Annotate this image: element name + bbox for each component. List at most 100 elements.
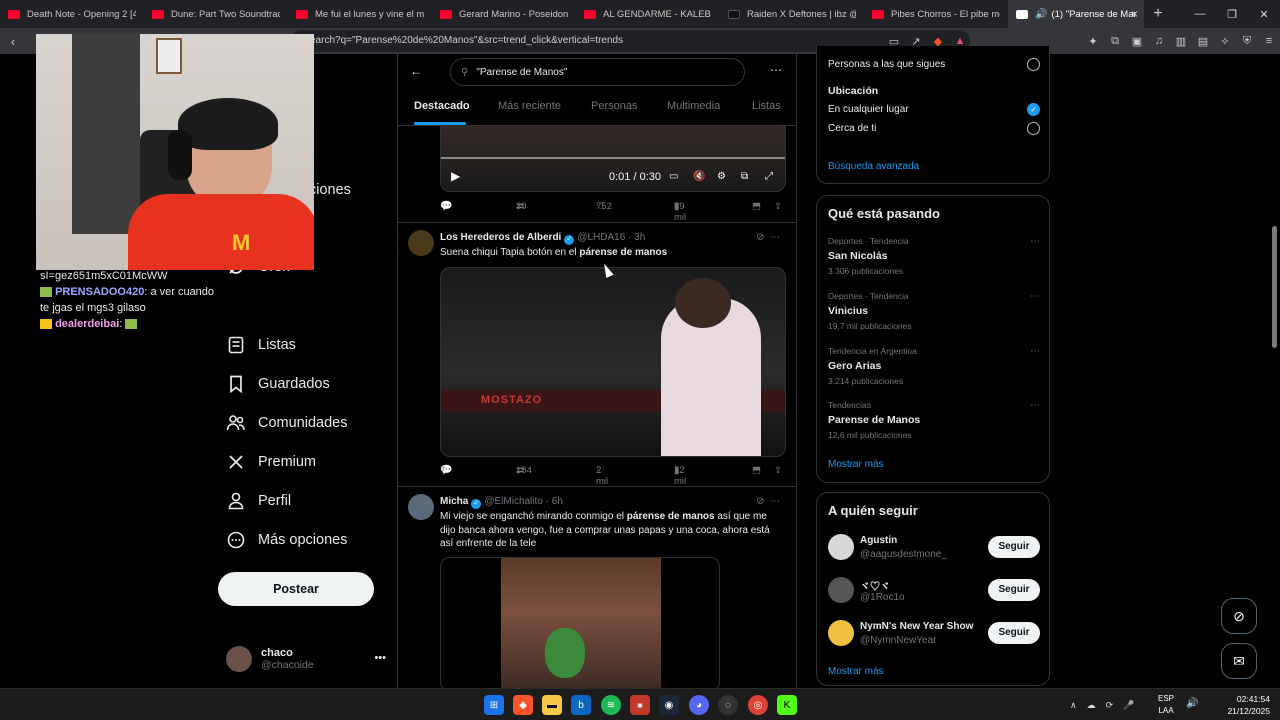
more-icon[interactable]: ⋯: [1030, 236, 1040, 247]
bookmark-button[interactable]: ⬒: [752, 201, 761, 212]
trend-item[interactable]: Deportes · Tendencia San Nicolás 3.306 p…: [828, 236, 1040, 282]
chevron-up-icon[interactable]: ∧: [1070, 700, 1077, 711]
maximize-icon[interactable]: ❐: [1216, 0, 1248, 28]
browser-tab[interactable]: Gerard Marino - Poseidon's Wr: [432, 0, 576, 28]
follow-button[interactable]: Seguir: [988, 536, 1040, 558]
network-icon[interactable]: ⟳: [1106, 700, 1114, 711]
messages-floating-button[interactable]: ✉: [1221, 643, 1257, 679]
more-icon[interactable]: ⋯: [1030, 346, 1040, 357]
vpn-icon[interactable]: ⛨: [1238, 35, 1256, 48]
audio-playing-icon[interactable]: 🔊: [1035, 9, 1047, 20]
share-icon[interactable]: ⇪: [774, 465, 782, 476]
radio-button[interactable]: [1027, 122, 1040, 135]
clock[interactable]: 02:41:54 21/12/2025: [1220, 693, 1270, 717]
author-name[interactable]: Micha: [440, 496, 468, 507]
play-icon[interactable]: ▶: [451, 169, 460, 183]
tweet-time[interactable]: · 3h: [628, 232, 645, 243]
leo-icon[interactable]: ✧: [1216, 35, 1234, 48]
show-more-link[interactable]: Mostrar más: [828, 459, 884, 470]
browser-tab[interactable]: Raiden X Deftones | ibz @The R: [720, 0, 864, 28]
tweet-video[interactable]: [440, 557, 720, 688]
follow-suggestion[interactable]: Agustin @aagusdesImone_ Seguir: [828, 534, 1040, 564]
browser-tab[interactable]: Me fui el lunes y vine el martes: [288, 0, 432, 28]
more-icon[interactable]: ⋯: [770, 232, 780, 243]
author-handle[interactable]: @LHDA16: [577, 232, 625, 243]
follow-suggestion[interactable]: ヾ♡ヾ @1Roc1o Seguir: [828, 577, 1040, 607]
more-icon[interactable]: •••: [374, 652, 386, 664]
minimize-icon[interactable]: —: [1184, 0, 1216, 28]
filter-people-option[interactable]: Personas a las que sigues: [828, 58, 1040, 73]
browser-tab-active[interactable]: 🔊(1) "Parense de Manos"×: [1008, 0, 1144, 28]
extensions-puzzle-icon[interactable]: ⧉: [1106, 35, 1124, 48]
nav-item-premium[interactable]: Premium: [226, 445, 316, 479]
trend-item[interactable]: Tendencia en Argentina Gero Arias 3.214 …: [828, 346, 1040, 392]
start-icon[interactable]: ⊞: [484, 695, 504, 715]
trend-item[interactable]: Tendencias Parense de Manos 12,6 mil pub…: [828, 400, 1040, 446]
nav-item-more-options[interactable]: Más opciones: [226, 523, 347, 557]
avatar[interactable]: [408, 230, 434, 256]
filter-anywhere-option[interactable]: En cualquier lugar ✓: [828, 103, 1040, 118]
avatar[interactable]: [828, 620, 854, 646]
follow-button[interactable]: Seguir: [988, 579, 1040, 601]
avatar[interactable]: [828, 577, 854, 603]
nav-item-communities[interactable]: Comunidades: [226, 406, 347, 440]
settings-icon[interactable]: ⚙: [717, 171, 726, 182]
wallet-icon[interactable]: ▤: [1194, 35, 1212, 48]
follow-suggestion[interactable]: NymN's New Year Show @NymnNewYear Seguir: [828, 620, 1040, 650]
browser-tab[interactable]: Dune: Part Two Soundtrack | Ar: [144, 0, 288, 28]
author-name[interactable]: Los Herederos de Alberdi: [440, 232, 561, 243]
tab-top[interactable]: Destacado: [414, 100, 470, 112]
pip-icon[interactable]: ⧉: [741, 171, 748, 182]
volume-icon[interactable]: 🔊: [1186, 698, 1198, 709]
browser-tab[interactable]: Death Note - Opening 2 [4K 60: [0, 0, 144, 28]
extension-icon[interactable]: ✦: [1084, 35, 1102, 48]
advanced-search-link[interactable]: Búsqueda avanzada: [828, 161, 919, 172]
browser-tab[interactable]: Pibes Chorros - El pibe moco|: [864, 0, 1008, 28]
close-tab-icon[interactable]: ×: [1131, 7, 1138, 21]
brave-icon[interactable]: ◆: [513, 695, 533, 715]
screenshot-icon[interactable]: ▣: [1128, 35, 1146, 48]
chrome-icon[interactable]: ◎: [748, 695, 768, 715]
more-icon[interactable]: ⋯: [770, 496, 780, 507]
media-icon[interactable]: ♫: [1150, 35, 1168, 47]
video-progress-track[interactable]: [441, 157, 785, 159]
new-tab-button[interactable]: +: [1144, 0, 1172, 28]
more-icon[interactable]: ⋯: [1030, 400, 1040, 411]
microphone-icon[interactable]: 🎤: [1123, 700, 1134, 711]
browser-tab[interactable]: AL GENDARME - KALEB DI MA: [576, 0, 720, 28]
back-arrow-icon[interactable]: ←: [410, 64, 426, 78]
cloud-icon[interactable]: ☁: [1087, 700, 1096, 711]
bookmark-button[interactable]: ⬒: [752, 465, 761, 476]
search-input[interactable]: ⚲ "Parense de Manos": [450, 58, 745, 86]
grok-floating-button[interactable]: ⊘: [1221, 598, 1257, 634]
scrollbar-thumb[interactable]: [1272, 226, 1277, 348]
avatar[interactable]: [408, 494, 434, 520]
language-indicator[interactable]: ESP LAA: [1158, 693, 1174, 717]
nav-item-lists[interactable]: Listas: [226, 328, 296, 362]
fullscreen-icon[interactable]: ⤢: [765, 171, 773, 182]
trend-item[interactable]: Deportes · Tendencia Vinicius 19,7 mil p…: [828, 291, 1040, 337]
bing-icon[interactable]: b: [571, 695, 591, 715]
tab-people[interactable]: Personas: [591, 100, 637, 112]
more-icon[interactable]: ⋯: [770, 63, 782, 77]
avatar[interactable]: [828, 534, 854, 560]
tweet-video[interactable]: MOSTAZO: [440, 267, 786, 457]
menu-icon[interactable]: ≡: [1260, 35, 1278, 47]
radio-button-checked[interactable]: ✓: [1027, 103, 1040, 116]
tab-lists[interactable]: Listas: [752, 100, 781, 112]
back-icon[interactable]: ‹: [0, 28, 26, 54]
spotify-icon[interactable]: ≋: [601, 695, 621, 715]
app-icon[interactable]: ◌: [718, 695, 738, 715]
captions-icon[interactable]: ▭: [669, 171, 678, 182]
tab-latest[interactable]: Más reciente: [498, 100, 561, 112]
follow-button[interactable]: Seguir: [988, 622, 1040, 644]
tweet-time[interactable]: · 6h: [546, 496, 563, 507]
account-switcher[interactable]: chaco @chacoide •••: [226, 642, 386, 676]
close-window-icon[interactable]: ✕: [1248, 0, 1280, 28]
obs-icon[interactable]: ▣: [630, 695, 650, 715]
radio-button[interactable]: [1027, 58, 1040, 71]
mute-icon[interactable]: 🔇: [693, 171, 705, 182]
show-more-link[interactable]: Mostrar más: [828, 666, 884, 677]
steam-icon[interactable]: ◉: [659, 695, 679, 715]
nav-item-profile[interactable]: Perfil: [226, 484, 291, 518]
